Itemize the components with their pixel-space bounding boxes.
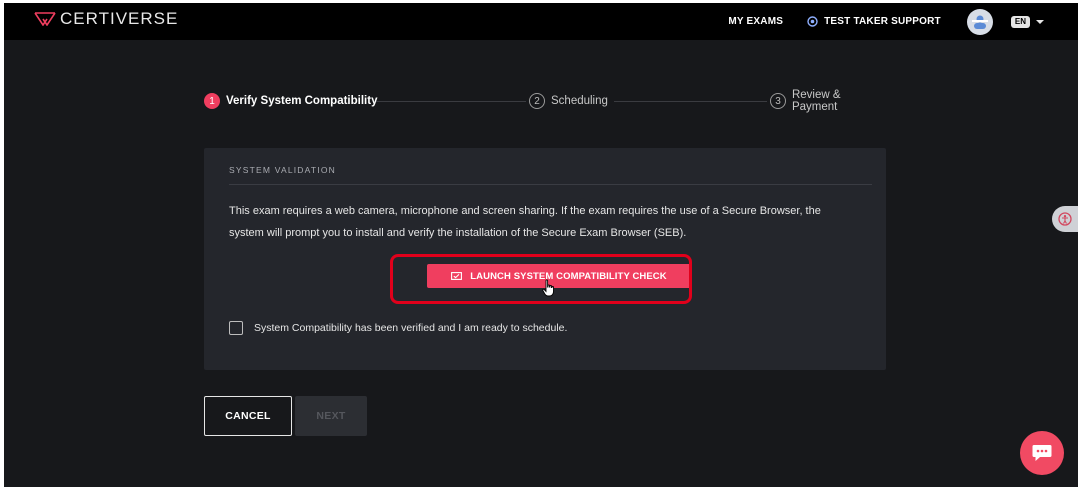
ready-checkbox-label: System Compatibility has been verified a… <box>254 322 568 334</box>
chevron-down-icon <box>1036 19 1044 24</box>
ready-checkbox-row[interactable]: System Compatibility has been verified a… <box>229 321 567 335</box>
launch-button-label: LAUNCH SYSTEM COMPATIBILITY CHECK <box>470 270 667 282</box>
step-review-payment: 3 Review & Payment <box>770 89 889 113</box>
support-label: TEST TAKER SUPPORT <box>824 16 941 27</box>
app-window: CERTIVERSE MY EXAMS TEST TAKER SUPPORT E… <box>4 3 1078 487</box>
language-code: EN <box>1010 15 1030 28</box>
certiverse-logo-icon <box>34 12 56 26</box>
language-selector[interactable]: EN <box>1010 15 1044 28</box>
avatar-icon[interactable] <box>966 8 993 35</box>
step-connector <box>614 101 767 102</box>
chat-icon[interactable] <box>1020 431 1064 475</box>
step-scheduling: 2 Scheduling <box>529 91 608 111</box>
progress-stepper: 1 Verify System Compatibility 2 Scheduli… <box>204 89 889 113</box>
card-title: SYSTEM VALIDATION <box>229 165 336 175</box>
step-label: Review & Payment <box>791 89 841 113</box>
card-divider <box>229 184 872 185</box>
cancel-button[interactable]: CANCEL <box>204 396 292 436</box>
step-number: 3 <box>770 93 786 109</box>
support-link[interactable]: TEST TAKER SUPPORT <box>807 16 941 27</box>
step-label: Scheduling <box>551 95 608 107</box>
top-navigation-bar: CERTIVERSE MY EXAMS TEST TAKER SUPPORT E… <box>4 3 1078 40</box>
card-description: This exam requires a web camera, microph… <box>229 205 821 239</box>
header-nav: MY EXAMS TEST TAKER SUPPORT EN <box>728 3 1044 40</box>
monitor-check-icon <box>451 271 463 281</box>
next-button: NEXT <box>295 396 367 436</box>
launch-compatibility-check-button[interactable]: LAUNCH SYSTEM COMPATIBILITY CHECK <box>427 264 691 288</box>
brand-name: CERTIVERSE <box>60 9 179 28</box>
step-number: 2 <box>529 93 545 109</box>
ready-checkbox[interactable] <box>229 321 243 335</box>
step-label: Verify System Compatibility <box>226 95 378 107</box>
step-number: 1 <box>204 93 220 109</box>
hand-cursor-icon <box>542 279 556 302</box>
accessibility-icon[interactable] <box>1052 206 1078 232</box>
step-connector <box>374 101 526 102</box>
support-icon <box>807 16 818 27</box>
step-verify: 1 Verify System Compatibility <box>204 91 377 111</box>
system-validation-card: SYSTEM VALIDATION This exam requires a w… <box>204 148 886 370</box>
my-exams-link[interactable]: MY EXAMS <box>728 16 783 27</box>
brand-logo[interactable]: CERTIVERSE <box>34 9 178 29</box>
